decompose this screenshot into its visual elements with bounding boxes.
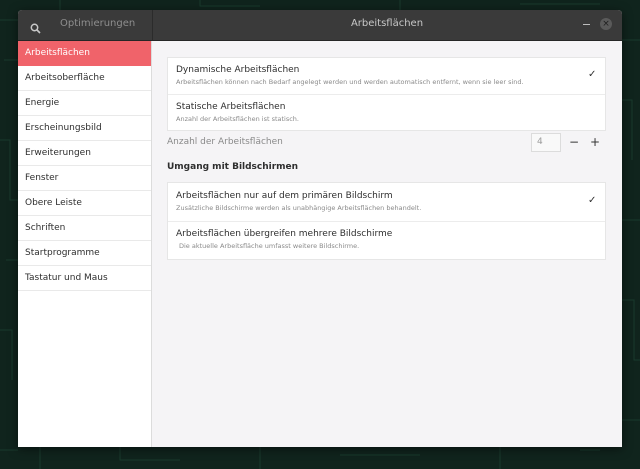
workspace-count-label: Anzahl der Arbeitsflächen (167, 137, 283, 147)
sidebar-item-energie[interactable]: Energie (18, 91, 151, 116)
sidebar-item-fenster[interactable]: Fenster (18, 166, 151, 191)
sidebar-item-arbeitsoberflaeche[interactable]: Arbeitsoberfläche (18, 66, 151, 91)
primary-display-row[interactable]: Arbeitsflächen nur auf dem primären Bild… (168, 183, 605, 221)
sidebar-item-obere-leiste[interactable]: Obere Leiste (18, 191, 151, 216)
display-mode-list: Arbeitsflächen nur auf dem primären Bild… (167, 182, 606, 260)
increase-button[interactable]: + (584, 133, 606, 152)
static-workspaces-row[interactable]: Statische Arbeitsflächen Anzahl der Arbe… (168, 95, 605, 131)
static-workspaces-description: Anzahl der Arbeitsflächen ist statisch. (176, 115, 299, 123)
sidebar-item-schriften[interactable]: Schriften (18, 216, 151, 241)
check-icon: ✓ (588, 69, 597, 80)
sidebar-header: Optimierungen (18, 10, 153, 40)
decrease-button[interactable]: − (563, 133, 585, 152)
static-workspaces-title: Statische Arbeitsflächen (176, 102, 286, 112)
sidebar-item-erscheinungsbild[interactable]: Erscheinungsbild (18, 116, 151, 141)
dynamic-workspaces-title: Dynamische Arbeitsflächen (176, 65, 300, 75)
title-bar: Optimierungen Arbeitsflächen × (18, 10, 622, 41)
sidebar-item-erweiterungen[interactable]: Erweiterungen (18, 141, 151, 166)
minimize-button[interactable] (583, 24, 590, 25)
span-displays-row[interactable]: Arbeitsflächen übergreifen mehrere Bilds… (168, 222, 605, 260)
check-icon: ✓ (588, 195, 597, 206)
sidebar-item-arbeitsflaechen[interactable]: Arbeitsflächen (18, 41, 151, 66)
settings-panel: Dynamische Arbeitsflächen Arbeitsflächen… (152, 41, 622, 447)
displays-section-heading: Umgang mit Bildschirmen (167, 162, 299, 172)
search-icon[interactable] (30, 19, 41, 38)
dynamic-workspaces-description: Arbeitsflächen können nach Bedarf angele… (176, 78, 524, 86)
close-button[interactable]: × (600, 18, 612, 30)
window-title: Arbeitsflächen (350, 18, 424, 29)
tweaks-window: Optimierungen Arbeitsflächen × Arbeitsfl… (18, 10, 622, 447)
sidebar-item-tastatur-und-maus[interactable]: Tastatur und Maus (18, 266, 151, 291)
sidebar-item-startprogramme[interactable]: Startprogramme (18, 241, 151, 266)
primary-display-description: Zusätzliche Bildschirme werden als unabh… (176, 204, 422, 212)
workspace-count-input[interactable]: 4 (531, 133, 561, 152)
span-displays-description: Die aktuelle Arbeitsfläche umfasst weite… (179, 242, 360, 250)
sidebar: Arbeitsflächen Arbeitsoberfläche Energie… (18, 41, 152, 447)
primary-display-title: Arbeitsflächen nur auf dem primären Bild… (176, 191, 393, 201)
span-displays-title: Arbeitsflächen übergreifen mehrere Bilds… (176, 229, 393, 239)
workspace-mode-list: Dynamische Arbeitsflächen Arbeitsflächen… (167, 57, 606, 131)
dynamic-workspaces-row[interactable]: Dynamische Arbeitsflächen Arbeitsflächen… (168, 58, 605, 94)
app-title: Optimierungen (60, 18, 136, 29)
workspace-count-stepper: 4 − + (531, 133, 606, 152)
